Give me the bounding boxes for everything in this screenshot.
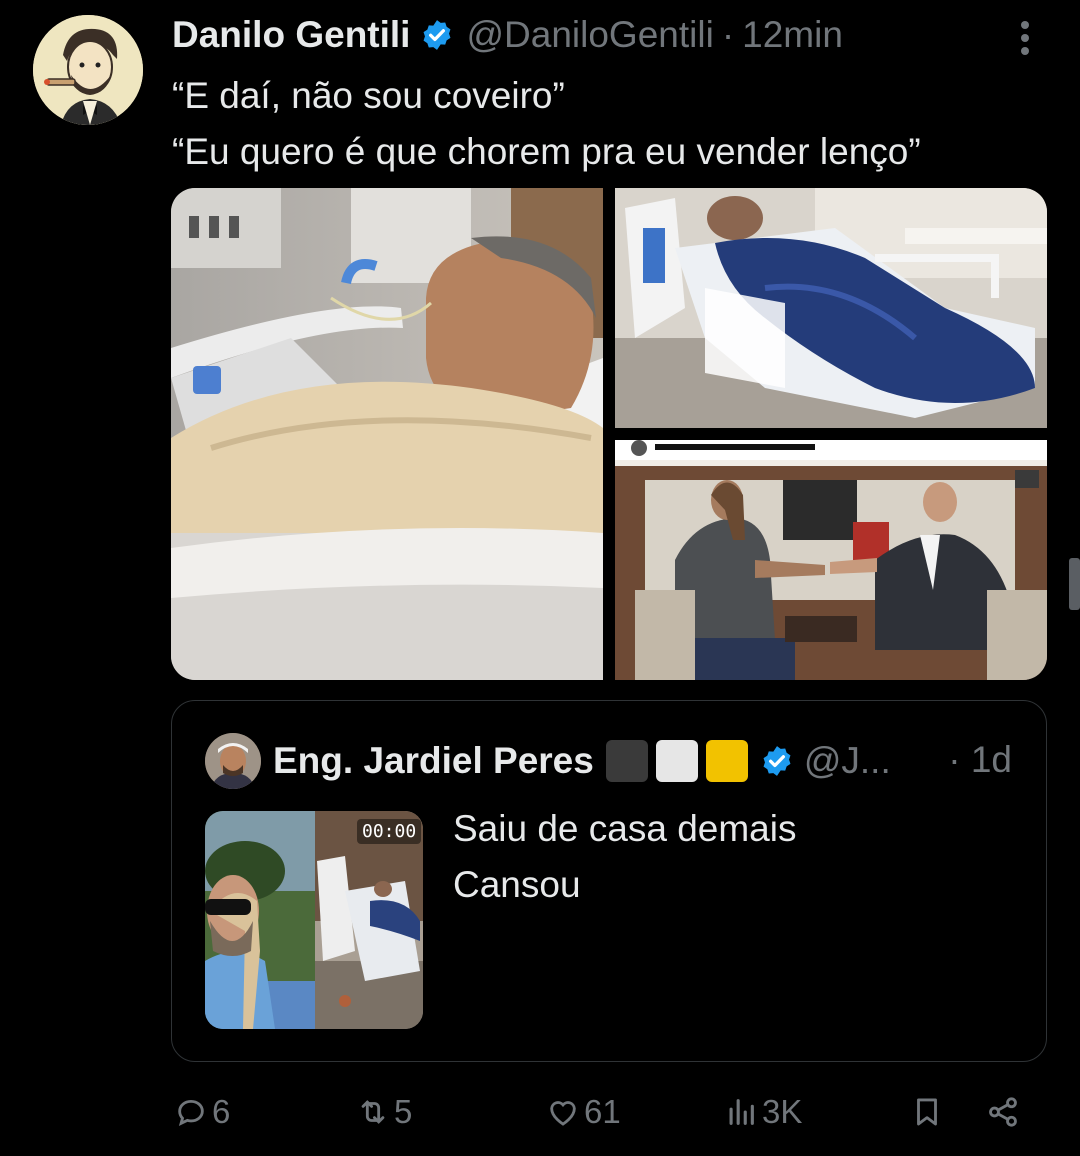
media-image-hospital-closeup[interactable] xyxy=(171,188,603,680)
quoted-text-line-2: Cansou xyxy=(453,864,581,905)
separator-dot: · xyxy=(721,14,735,55)
views-count: 3K xyxy=(762,1093,803,1130)
verified-badge-icon xyxy=(424,20,451,50)
black-square-emoji xyxy=(605,740,648,782)
repost-count: 5 xyxy=(394,1093,413,1130)
repost-button[interactable]: 5 xyxy=(356,1084,412,1140)
quoted-text-line-1: Saiu de casa demais xyxy=(453,808,797,849)
views-button[interactable]: 3K xyxy=(724,1084,802,1140)
quoted-video-thumbnail[interactable]: 00:00 xyxy=(205,811,423,1029)
action-bar: 6 5 61 3K xyxy=(0,1084,1080,1140)
more-vertical-icon[interactable] xyxy=(1012,18,1038,58)
bookmark-icon xyxy=(917,1098,937,1126)
video-duration: 00:00 xyxy=(357,819,422,844)
tweet-text: “E daí, não sou coveiro” “Eu quero é que… xyxy=(172,68,921,180)
tweet[interactable]: Danilo Gentili @DaniloGentili · 12min “E… xyxy=(0,0,1080,1156)
media-image-hospital-wide[interactable] xyxy=(615,188,1047,428)
media-image-handshake[interactable] xyxy=(615,440,1047,680)
tweet-timestamp[interactable]: 12min xyxy=(742,14,843,56)
tweet-text-line-2: “Eu quero é que chorem pra eu vender len… xyxy=(172,131,921,172)
like-button[interactable]: 61 xyxy=(546,1084,621,1140)
verified-badge-icon xyxy=(763,746,791,776)
quoted-tweet-text: Saiu de casa demais Cansou xyxy=(453,801,796,913)
repost-icon xyxy=(361,1100,385,1124)
author-avatar[interactable] xyxy=(33,15,143,125)
white-square-emoji xyxy=(655,740,698,782)
quoted-tweet[interactable]: Eng. Jardiel Peres @J... · 1d 00:00 Saiu… xyxy=(171,700,1047,1062)
quoted-author-name[interactable]: Eng. Jardiel Peres xyxy=(273,740,594,782)
quoted-author-avatar[interactable] xyxy=(205,733,261,789)
bookmark-button[interactable] xyxy=(910,1084,948,1140)
share-button[interactable] xyxy=(986,1084,1024,1140)
reply-button[interactable]: 6 xyxy=(174,1084,230,1140)
heart-icon xyxy=(550,1101,576,1126)
share-icon xyxy=(989,1097,1017,1127)
views-icon xyxy=(729,1099,754,1125)
quoted-tweet-header: Eng. Jardiel Peres @J... xyxy=(273,737,891,785)
author-handle[interactable]: @DaniloGentili xyxy=(466,14,713,56)
reply-icon xyxy=(178,1099,204,1126)
like-count: 61 xyxy=(584,1093,621,1130)
scrollbar[interactable] xyxy=(1069,558,1080,610)
tweet-text-line-1: “E daí, não sou coveiro” xyxy=(172,75,565,116)
author-name[interactable]: Danilo Gentili xyxy=(172,14,410,56)
yellow-square-emoji xyxy=(705,740,748,782)
tweet-header: Danilo Gentili @DaniloGentili · 12min xyxy=(172,12,843,58)
quoted-author-handle[interactable]: @J... xyxy=(804,740,891,782)
reply-count: 6 xyxy=(212,1093,231,1130)
quoted-tweet-timestamp[interactable]: · 1d xyxy=(948,739,1012,781)
media-grid xyxy=(171,188,1047,680)
